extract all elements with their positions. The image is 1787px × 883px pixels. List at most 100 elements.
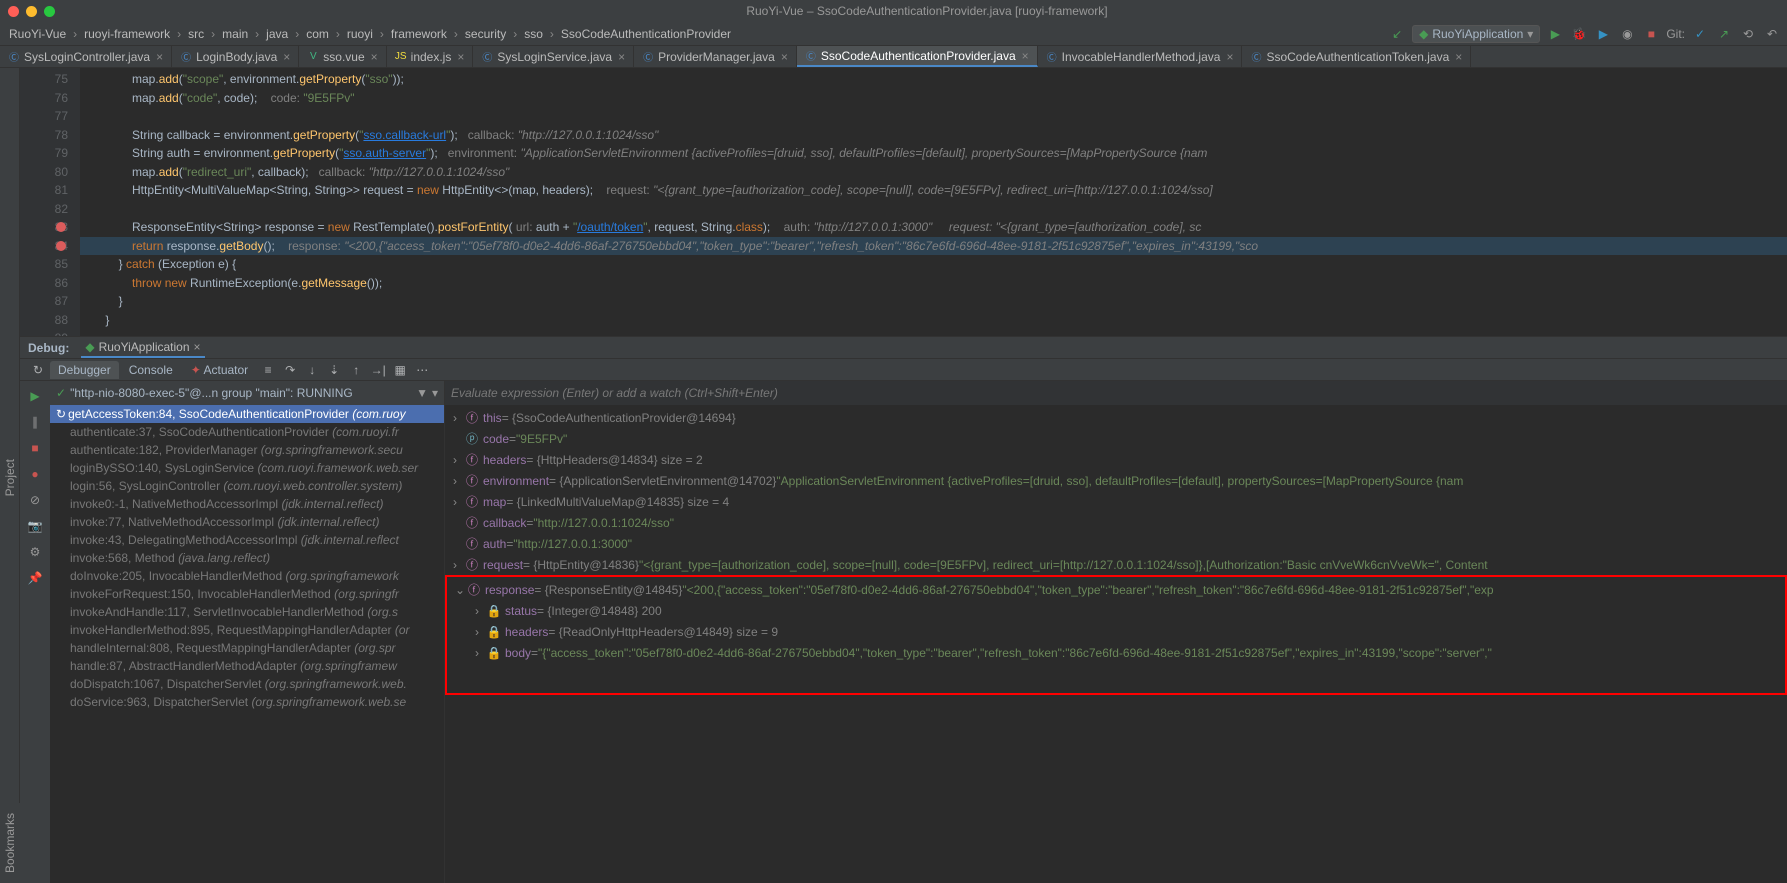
- variable-row[interactable]: ›🔒headers = {ReadOnlyHttpHeaders@14849} …: [447, 621, 1785, 642]
- stack-frame[interactable]: handleInternal:808, RequestMappingHandle…: [50, 639, 444, 657]
- snapshot-icon[interactable]: 📷: [26, 517, 44, 535]
- stop-icon[interactable]: ■: [1642, 25, 1660, 43]
- code-line[interactable]: map.add("redirect_uri", callback); callb…: [80, 163, 1787, 182]
- close-icon[interactable]: ×: [1022, 49, 1029, 63]
- code-line[interactable]: ResponseEntity<String> response = new Re…: [80, 218, 1787, 237]
- expand-icon[interactable]: ›: [453, 495, 465, 509]
- code-line[interactable]: map.add("code", code); code: "9E5FPv": [80, 89, 1787, 108]
- stack-frame[interactable]: login:56, SysLoginController (com.ruoyi.…: [50, 477, 444, 495]
- variable-row[interactable]: ›ⓕmap = {LinkedMultiValueMap@14835} size…: [445, 491, 1787, 512]
- expand-icon[interactable]: ⌄: [455, 583, 467, 597]
- resume-icon[interactable]: ▶: [26, 387, 44, 405]
- step-out-icon[interactable]: ↑: [346, 360, 366, 380]
- expand-icon[interactable]: ›: [453, 474, 465, 488]
- code-line[interactable]: map.add("scope", environment.getProperty…: [80, 70, 1787, 89]
- expand-icon[interactable]: ›: [475, 604, 487, 618]
- close-icon[interactable]: ×: [283, 50, 290, 64]
- code-line[interactable]: throw new RuntimeException(e.getMessage(…: [80, 274, 1787, 293]
- stack-frame[interactable]: handle:87, AbstractHandlerMethodAdapter …: [50, 657, 444, 675]
- variable-row[interactable]: ›🔒body = "{"access_token":"05ef78f0-d0e2…: [447, 642, 1785, 663]
- close-icon[interactable]: ×: [457, 50, 464, 64]
- variable-row[interactable]: ⓟcode = "9E5FPv": [445, 428, 1787, 449]
- code-line[interactable]: }: [80, 292, 1787, 311]
- git-update-icon[interactable]: ✓: [1691, 25, 1709, 43]
- run-config-selector[interactable]: ◆ RuoYiApplication ▾: [1412, 25, 1540, 43]
- code-editor[interactable]: 757677787980818283848586878889 map.add("…: [20, 68, 1787, 336]
- variable-row[interactable]: ›ⓕrequest = {HttpEntity@14836} "<{grant_…: [445, 554, 1787, 575]
- breadcrumb-part[interactable]: SsoCodeAuthenticationProvider: [558, 26, 734, 42]
- expand-icon[interactable]: ›: [453, 411, 465, 425]
- breadcrumb-part[interactable]: security: [462, 26, 509, 42]
- editor-tab[interactable]: ⒸLoginBody.java×: [172, 46, 299, 67]
- debugger-tab[interactable]: Debugger: [50, 361, 119, 379]
- debug-icon[interactable]: 🐞: [1570, 25, 1588, 43]
- pin-icon[interactable]: 📌: [26, 569, 44, 587]
- close-icon[interactable]: ×: [371, 50, 378, 64]
- breakpoints-icon[interactable]: ●: [26, 465, 44, 483]
- variable-row[interactable]: ›ⓕenvironment = {ApplicationServletEnvir…: [445, 470, 1787, 491]
- stack-frame[interactable]: doService:963, DispatcherServlet (org.sp…: [50, 693, 444, 711]
- git-history-icon[interactable]: ⟲: [1739, 25, 1757, 43]
- run-icon[interactable]: ▶: [1546, 25, 1564, 43]
- git-push-icon[interactable]: ↗: [1715, 25, 1733, 43]
- thread-selector[interactable]: ✓ "http-nio-8080-exec-5"@...n group "mai…: [50, 381, 444, 405]
- variable-row[interactable]: ⓕcallback = "http://127.0.0.1:1024/sso": [445, 512, 1787, 533]
- stack-frame[interactable]: invoke:77, NativeMethodAccessorImpl (jdk…: [50, 513, 444, 531]
- step-into-my-icon[interactable]: ↓: [302, 360, 322, 380]
- editor-tab[interactable]: ⒸSysLoginService.java×: [473, 46, 634, 67]
- settings-icon[interactable]: ⚙: [26, 543, 44, 561]
- code-line[interactable]: String callback = environment.getPropert…: [80, 126, 1787, 145]
- stack-frame[interactable]: invoke0:-1, NativeMethodAccessorImpl (jd…: [50, 495, 444, 513]
- stop-debug-icon[interactable]: ■: [26, 439, 44, 457]
- close-icon[interactable]: ×: [781, 50, 788, 64]
- close-icon[interactable]: ×: [156, 50, 163, 64]
- step-over-icon[interactable]: ≡: [258, 360, 278, 380]
- rerun-icon[interactable]: ↻: [28, 360, 48, 380]
- debug-session-tab[interactable]: ◆ RuoYiApplication ×: [81, 337, 204, 358]
- close-icon[interactable]: ×: [1226, 50, 1233, 64]
- code-line[interactable]: } catch (Exception e) {: [80, 255, 1787, 274]
- variable-row[interactable]: ›🔒status = {Integer@14848} 200: [447, 600, 1785, 621]
- minimize-icon[interactable]: [26, 6, 37, 17]
- expand-icon[interactable]: ›: [453, 453, 465, 467]
- code-line[interactable]: }: [80, 311, 1787, 330]
- stack-frame[interactable]: loginBySSO:140, SysLoginService (com.ruo…: [50, 459, 444, 477]
- editor-tab[interactable]: ⒸInvocableHandlerMethod.java×: [1038, 46, 1243, 67]
- stack-frame[interactable]: doDispatch:1067, DispatcherServlet (org.…: [50, 675, 444, 693]
- stack-frame[interactable]: invokeAndHandle:117, ServletInvocableHan…: [50, 603, 444, 621]
- editor-tab[interactable]: ⒸSysLoginController.java×: [0, 46, 172, 67]
- editor-tab[interactable]: ⒸSsoCodeAuthenticationProvider.java×: [797, 46, 1038, 67]
- run-to-cursor-icon[interactable]: →|: [368, 360, 388, 380]
- stack-frame[interactable]: invokeForRequest:150, InvocableHandlerMe…: [50, 585, 444, 603]
- code-line[interactable]: HttpEntity<MultiValueMap<String, String>…: [80, 181, 1787, 200]
- editor-tab[interactable]: ⒸSsoCodeAuthenticationToken.java×: [1242, 46, 1471, 67]
- stack-frame[interactable]: authenticate:37, SsoCodeAuthenticationPr…: [50, 423, 444, 441]
- stack-frame[interactable]: invoke:43, DelegatingMethodAccessorImpl …: [50, 531, 444, 549]
- bottom-tool-strip[interactable]: Bookmarks: [0, 803, 20, 883]
- breadcrumb-part[interactable]: ruoyi: [344, 26, 376, 42]
- stack-frame[interactable]: ↻getAccessToken:84, SsoCodeAuthenticatio…: [50, 405, 444, 423]
- close-icon[interactable]: ×: [1455, 50, 1462, 64]
- mute-bp-icon[interactable]: ⊘: [26, 491, 44, 509]
- pause-icon[interactable]: ∥: [26, 413, 44, 431]
- git-rollback-icon[interactable]: ↶: [1763, 25, 1781, 43]
- breadcrumb-part[interactable]: ruoyi-framework: [81, 26, 173, 42]
- more-icon[interactable]: ⋯: [412, 360, 432, 380]
- stack-frame[interactable]: invokeHandlerMethod:895, RequestMappingH…: [50, 621, 444, 639]
- editor-tab[interactable]: Vsso.vue×: [299, 46, 386, 67]
- breadcrumb[interactable]: RuoYi-Vue›ruoyi-framework›src›main›java›…: [6, 26, 1388, 42]
- code-content[interactable]: map.add("scope", environment.getProperty…: [80, 68, 1787, 336]
- evaluate-input[interactable]: Evaluate expression (Enter) or add a wat…: [445, 381, 1787, 405]
- breakpoint-icon[interactable]: [56, 241, 66, 251]
- expand-icon[interactable]: ›: [453, 558, 465, 572]
- stack-frame[interactable]: doInvoke:205, InvocableHandlerMethod (or…: [50, 567, 444, 585]
- step-into-icon[interactable]: ↷: [280, 360, 300, 380]
- breadcrumb-part[interactable]: framework: [388, 26, 450, 42]
- dropdown-icon[interactable]: ▾: [432, 386, 438, 400]
- force-step-icon[interactable]: ⇣: [324, 360, 344, 380]
- console-tab[interactable]: Console: [121, 361, 181, 379]
- filter-icon[interactable]: ▼: [416, 386, 428, 400]
- breadcrumb-part[interactable]: src: [185, 26, 207, 42]
- breadcrumb-part[interactable]: RuoYi-Vue: [6, 26, 69, 42]
- code-line[interactable]: [80, 200, 1787, 219]
